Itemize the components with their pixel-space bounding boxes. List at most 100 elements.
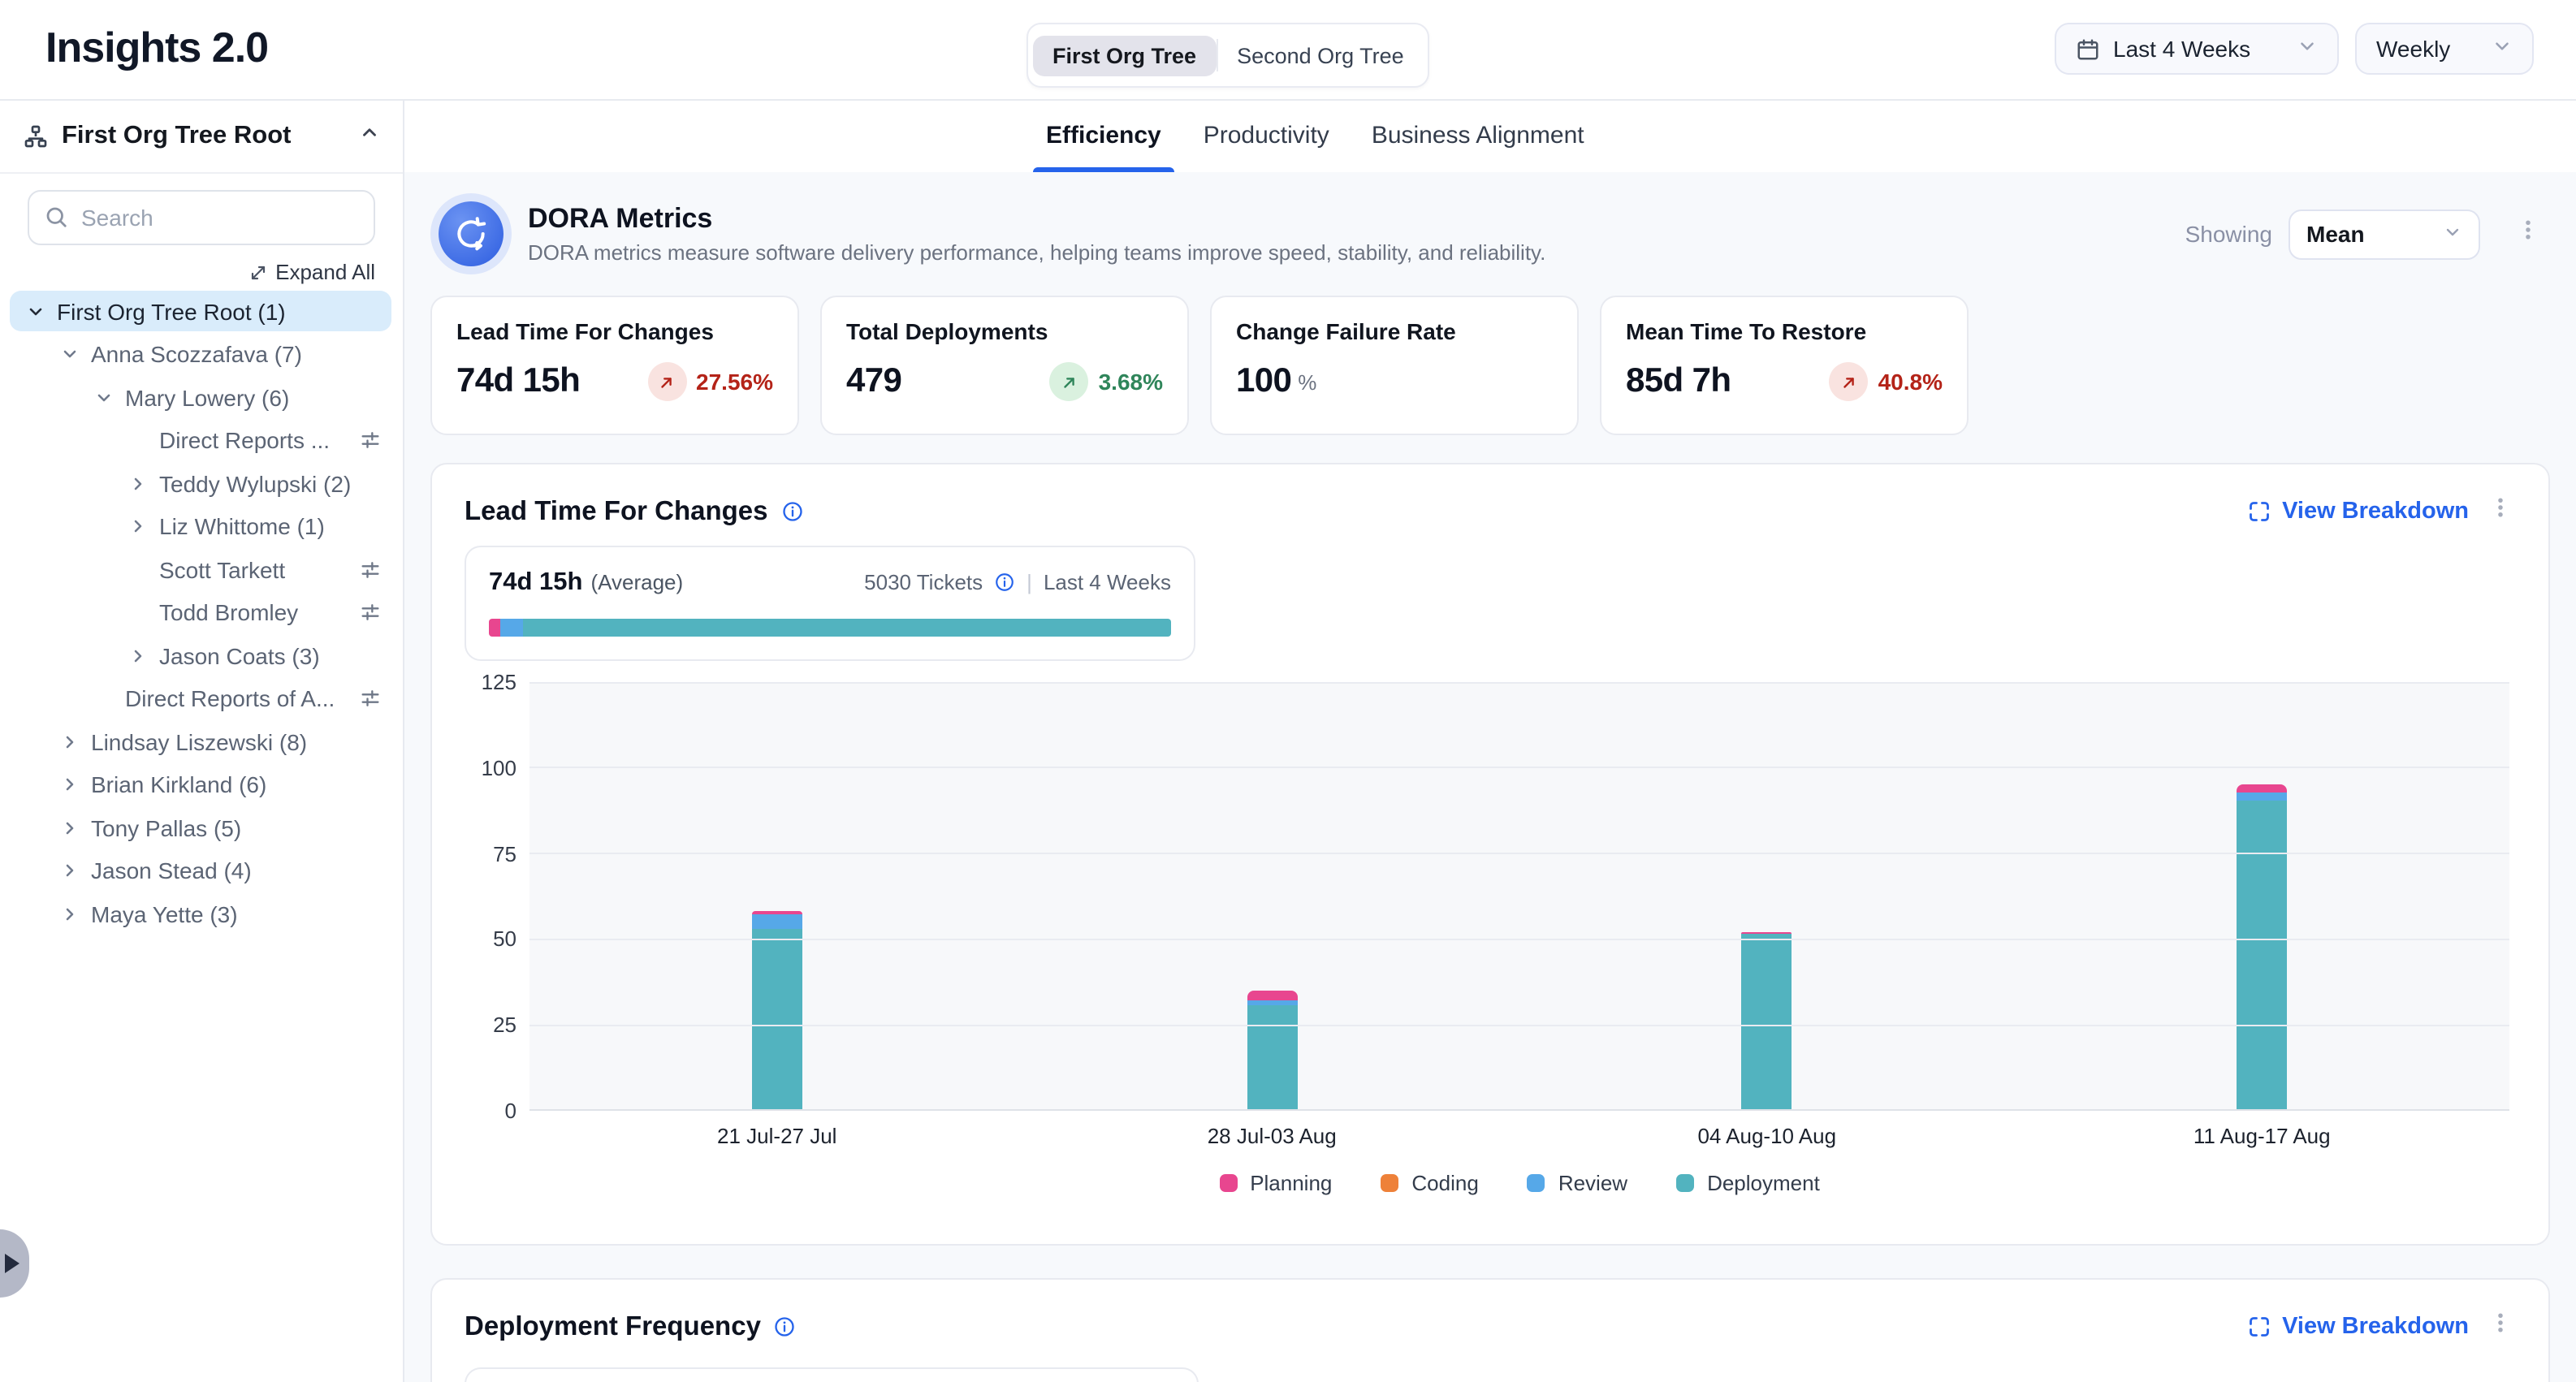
dora-cycle-icon [439, 201, 504, 266]
metric-title: Lead Time For Changes [456, 318, 773, 344]
deployment-summary-card [465, 1367, 1199, 1382]
tree-item-liz-whittome-1[interactable]: Liz Whittome (1) [10, 506, 391, 546]
tree-item-jason-stead-4[interactable]: Jason Stead (4) [10, 850, 391, 891]
org-tree: First Org Tree Root (1) Anna Scozzafava (… [0, 291, 403, 934]
x-tick-label: 21 Jul-27 Jul [529, 1124, 1025, 1148]
metric-value: 85d 7h [1626, 362, 1731, 401]
dora-kebab-menu-icon[interactable] [2513, 214, 2544, 253]
chevron-right-icon [128, 516, 148, 536]
info-icon[interactable] [774, 1315, 797, 1338]
y-tick-label: 25 [458, 1013, 516, 1037]
deployment-kebab-menu-icon[interactable] [2485, 1307, 2516, 1346]
breakdown-corners-icon [2248, 500, 2271, 523]
chevron-up-icon[interactable] [359, 121, 380, 150]
tree-item-brian-kirkland-6[interactable]: Brian Kirkland (6) [10, 764, 391, 805]
tab-business-alignment[interactable]: Business Alignment [1368, 99, 1588, 172]
chevron-right-icon [60, 732, 80, 751]
legend-swatch [1219, 1174, 1237, 1192]
page-title: Insights 2.0 [45, 23, 268, 73]
legend-item-review: Review [1528, 1171, 1627, 1195]
tab-efficiency[interactable]: Efficiency [1043, 99, 1165, 172]
legend-item-deployment: Deployment [1676, 1171, 1820, 1195]
gridline [529, 939, 2509, 940]
tree-item-label: Lindsay Liszewski (8) [91, 728, 391, 754]
bar-segment-planning [2237, 785, 2287, 792]
view-breakdown-link[interactable]: View Breakdown [2248, 1314, 2469, 1340]
phase-segment-deployment [524, 619, 1171, 637]
filter-sliders-icon[interactable] [359, 601, 382, 624]
filter-sliders-icon[interactable] [359, 558, 382, 581]
view-breakdown-label: View Breakdown [2282, 499, 2469, 525]
tree-item-label: Direct Reports ... [159, 427, 346, 453]
tree-item-direct-reports[interactable]: Direct Reports ... [10, 420, 391, 460]
phase-segment-planning [489, 619, 500, 637]
bar-segment-review [2237, 792, 2287, 801]
tree-item-label: Jason Stead (4) [91, 857, 391, 883]
org-sidebar: First Org Tree Root Expand All First Org… [0, 99, 404, 1382]
metric-value: 74d 15h [456, 362, 580, 401]
expand-all-label: Expand All [275, 260, 375, 284]
tree-item-label: Todd Bromley [159, 599, 346, 625]
app-root: Insights 2.0 First Org Tree Second Org T… [0, 0, 2576, 1382]
bar-column-21-jul-27-jul [529, 682, 1025, 1111]
metric-value: 100 [1236, 362, 1291, 401]
tree-item-maya-yette-3[interactable]: Maya Yette (3) [10, 893, 391, 934]
tree-item-first-org-tree-root-1[interactable]: First Org Tree Root (1) [10, 291, 391, 331]
tab-productivity[interactable]: Productivity [1200, 99, 1333, 172]
tree-item-label: Direct Reports of A... [125, 685, 346, 711]
legend-swatch [1528, 1174, 1545, 1192]
y-tick-label: 0 [458, 1099, 516, 1123]
gridline [529, 1109, 2509, 1111]
lead-time-title: Lead Time For Changes [465, 496, 768, 527]
chevron-down-icon [60, 344, 80, 364]
tree-item-mary-lowery-6[interactable]: Mary Lowery (6) [10, 377, 391, 417]
info-icon[interactable] [781, 500, 804, 523]
view-breakdown-link[interactable]: View Breakdown [2248, 499, 2469, 525]
granularity-value: Weekly [2376, 36, 2450, 62]
tree-item-anna-scozzafava-7[interactable]: Anna Scozzafava (7) [10, 334, 391, 374]
y-tick-label: 50 [458, 927, 516, 952]
showing-select[interactable]: Mean [2289, 209, 2480, 259]
bar-segment-deployment [1247, 1004, 1297, 1111]
calendar-icon [2076, 37, 2100, 61]
toggle-second-org-tree[interactable]: Second Org Tree [1217, 35, 1424, 76]
y-tick-label: 125 [458, 670, 516, 694]
y-tick-label: 100 [458, 756, 516, 780]
org-tree-toggle: First Org Tree Second Org Tree [1027, 23, 1430, 88]
legend-label: Planning [1250, 1171, 1332, 1195]
chevron-right-icon [60, 775, 80, 794]
lead-time-section: Lead Time For Changes View Breakdown [430, 463, 2550, 1246]
tree-item-lindsay-liszewski-8[interactable]: Lindsay Liszewski (8) [10, 721, 391, 762]
filter-sliders-icon[interactable] [359, 687, 382, 710]
date-range-select[interactable]: Last 4 Weeks [2055, 23, 2339, 75]
tree-item-todd-bromley[interactable]: Todd Bromley [10, 592, 391, 633]
lead-time-kebab-menu-icon[interactable] [2485, 492, 2516, 531]
bar-column-28-jul-03-aug [1025, 682, 1520, 1111]
lead-time-chart: 0255075100125 [529, 682, 2509, 1111]
bar-segment-review [752, 913, 802, 929]
chevron-right-icon [128, 646, 148, 665]
expand-all-button[interactable]: Expand All [248, 260, 375, 284]
tree-item-jason-coats-3[interactable]: Jason Coats (3) [10, 635, 391, 676]
info-icon[interactable] [994, 572, 1015, 593]
bar-segment-deployment [2237, 801, 2287, 1111]
tree-item-scott-tarkett[interactable]: Scott Tarkett [10, 549, 391, 590]
gridline [529, 853, 2509, 854]
x-tick-label: 11 Aug-17 Aug [2015, 1124, 2510, 1148]
bar-column-11-aug-17-aug [2015, 682, 2510, 1111]
tree-item-tony-pallas-5[interactable]: Tony Pallas (5) [10, 807, 391, 848]
chevron-right-icon [60, 861, 80, 880]
tree-item-label: First Org Tree Root (1) [57, 298, 391, 324]
delta-value: 40.8% [1878, 369, 1943, 395]
showing-label: Showing [2185, 221, 2272, 247]
sidebar-header[interactable]: First Org Tree Root [0, 99, 403, 174]
trend-badge: 27.56% [647, 362, 773, 401]
trend-up-icon [1840, 373, 1858, 391]
tree-item-label: Brian Kirkland (6) [91, 771, 391, 797]
toggle-first-org-tree[interactable]: First Org Tree [1033, 35, 1216, 76]
search-input[interactable] [28, 190, 375, 245]
tree-item-direct-reports-of-a[interactable]: Direct Reports of A... [10, 678, 391, 719]
granularity-select[interactable]: Weekly [2355, 23, 2534, 75]
tree-item-teddy-wylupski-2[interactable]: Teddy Wylupski (2) [10, 463, 391, 503]
filter-sliders-icon[interactable] [359, 429, 382, 451]
